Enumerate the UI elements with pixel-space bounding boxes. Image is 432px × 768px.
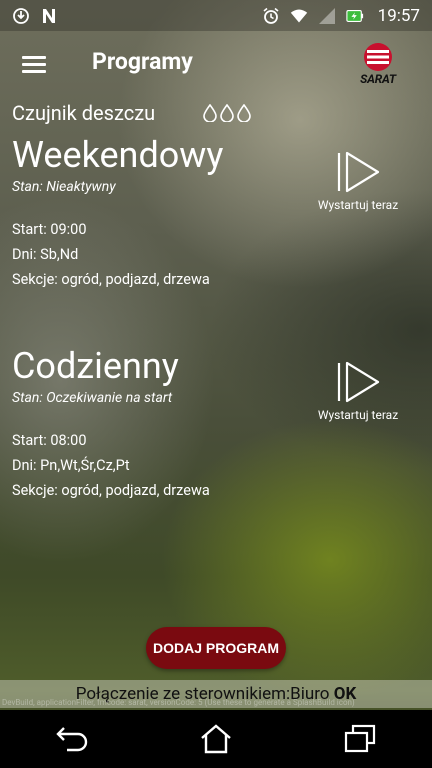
status-time: 19:57 [377,5,420,26]
recent-apps-button[interactable] [336,715,384,763]
sarat-logo: SARAT [352,42,404,88]
start-now-button[interactable]: Wystartuj teraz [308,150,408,212]
program-start-time: Start: 09:00 [12,221,87,238]
n-notification-icon [40,7,58,25]
alarm-icon [262,7,280,25]
water-drop-icon [203,104,217,122]
status-bar: 19:57 [0,0,432,31]
program-sections: Sekcje: ogród, podjazd, drzewa [12,482,210,499]
sync-icon [12,7,30,25]
back-button[interactable] [48,715,96,763]
page-title: Programy [92,48,193,75]
home-icon [201,724,231,754]
signal-icon [318,7,336,25]
menu-icon[interactable] [18,50,50,78]
program-start-time: Start: 08:00 [12,432,87,449]
rain-drops-indicator [203,104,251,122]
sarat-logo-mark [364,43,392,71]
wifi-icon [290,7,308,25]
app-bar: Programy SARAT [0,36,432,92]
system-navigation-bar [0,710,432,768]
start-now-label: Wystartuj teraz [317,198,399,212]
back-icon [56,727,88,752]
water-drop-icon [237,104,251,122]
play-icon [337,151,380,193]
play-icon [337,361,380,403]
program-days: Dni: Pn,Wt,Śr,Cz,Pt [12,457,130,474]
battery-charging-icon [346,7,364,25]
recent-apps-icon [344,724,376,753]
rain-sensor-label: Czujnik deszczu [12,101,156,125]
program-days: Dni: Sb,Nd [12,246,79,263]
logo-text: SARAT [360,72,396,86]
water-drop-icon [220,104,234,122]
debug-overlay-text: DevBuild, applicationFilter, fmcode: sar… [2,698,355,707]
start-now-button[interactable]: Wystartuj teraz [308,360,408,422]
add-program-button[interactable]: DODAJ PROGRAM [146,627,286,669]
start-now-label: Wystartuj teraz [317,408,399,422]
program-sections: Sekcje: ogród, podjazd, drzewa [12,271,210,288]
home-button[interactable] [192,715,240,763]
